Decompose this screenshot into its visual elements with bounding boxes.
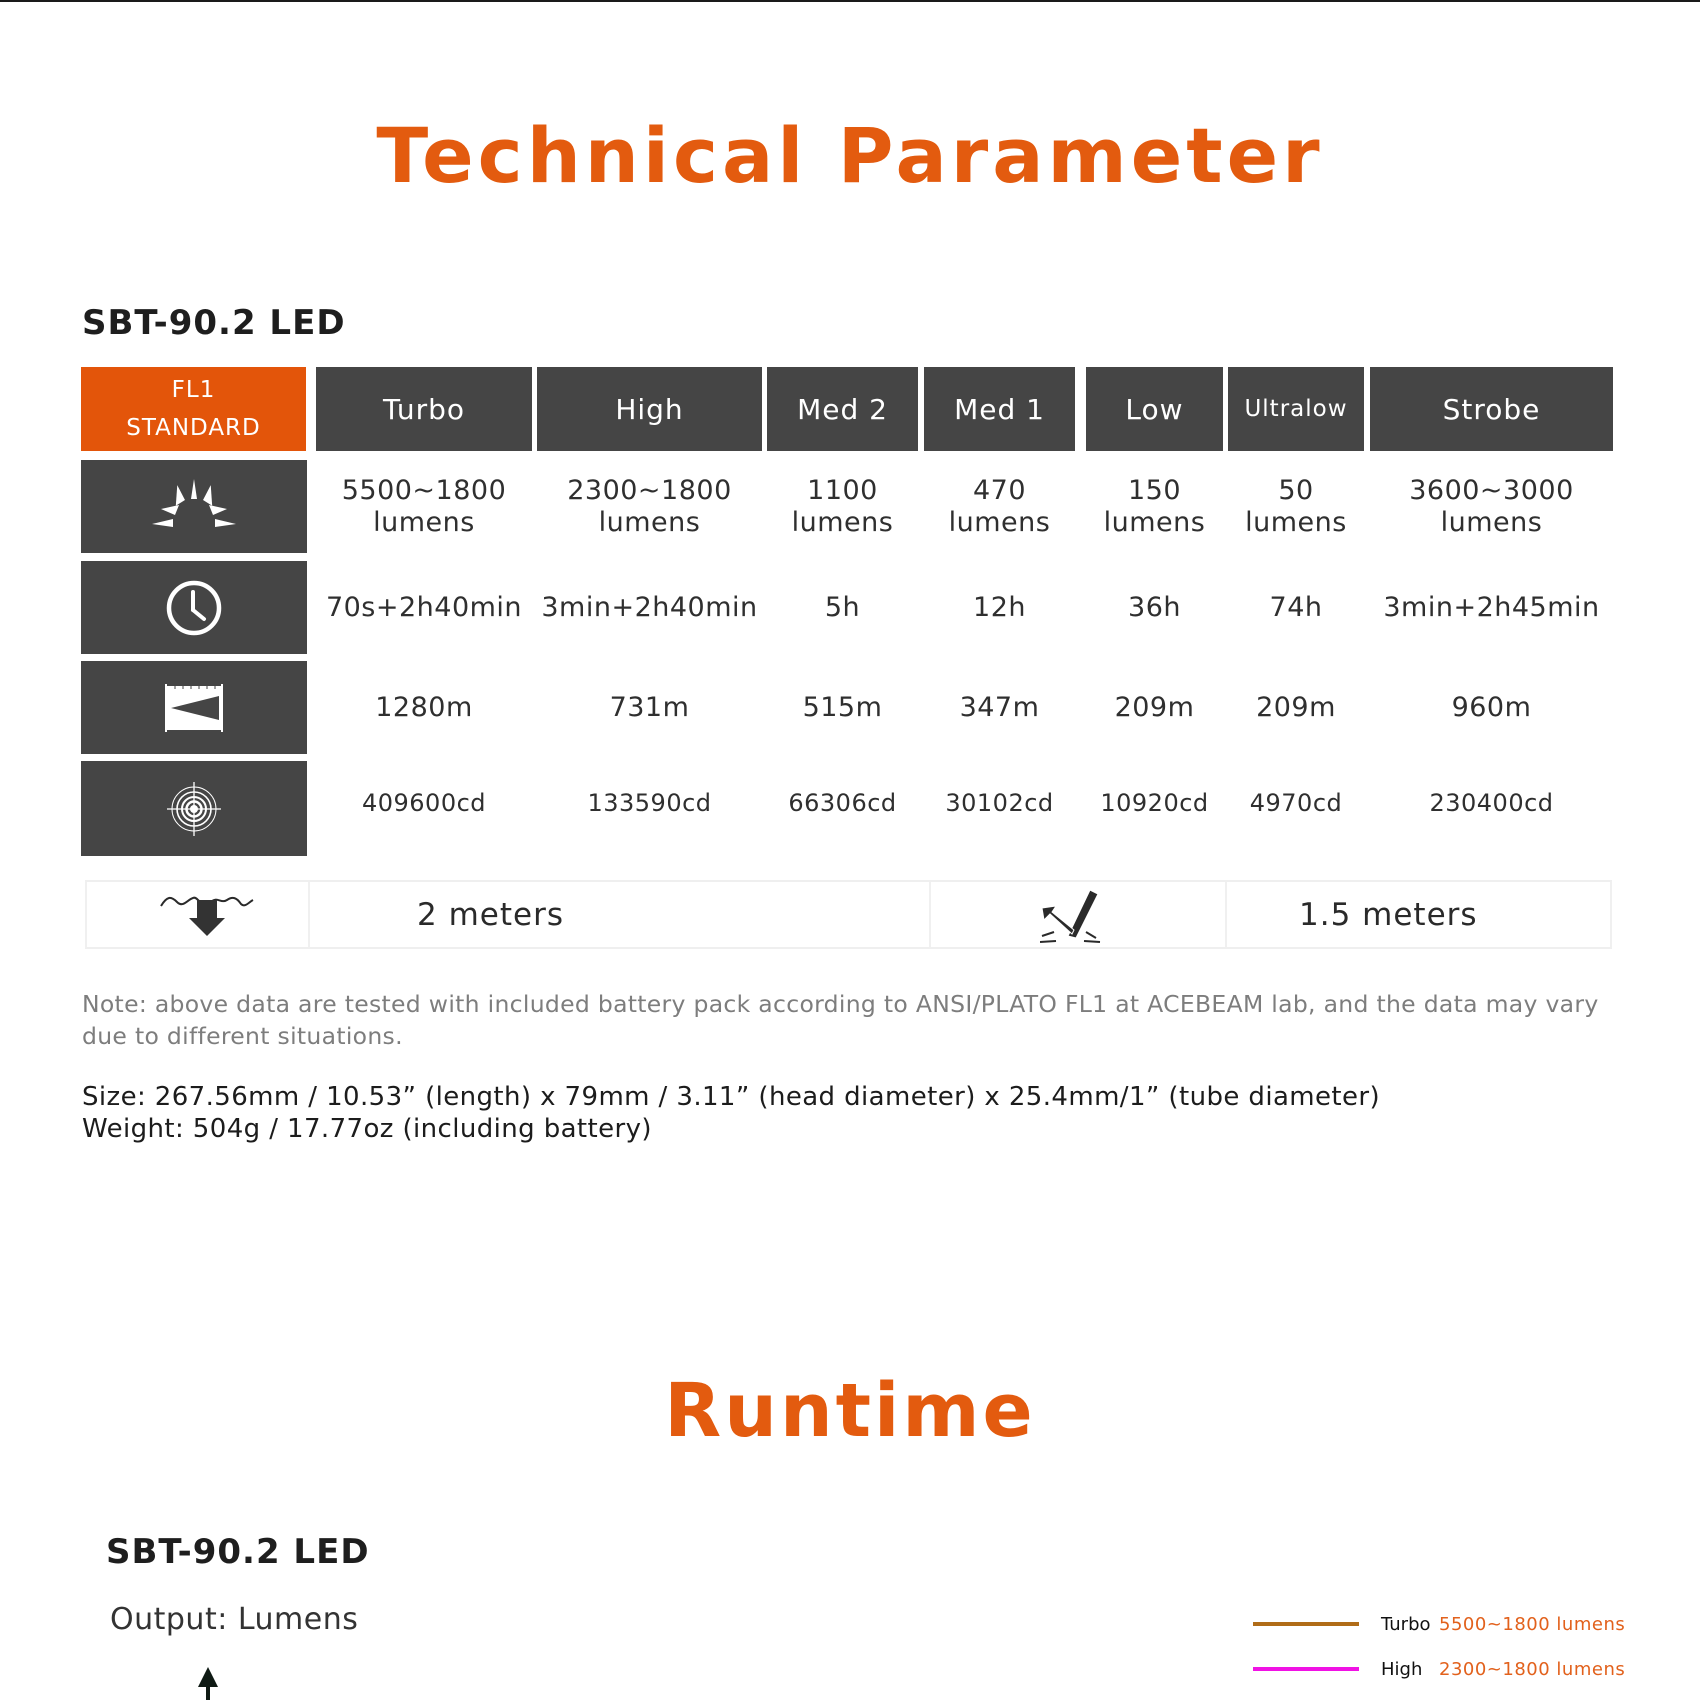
distance-cell-strobe: 960m [1451, 691, 1532, 723]
mode-header-strobe: Strobe [1370, 367, 1613, 451]
output-unit: lumens [791, 506, 894, 538]
impact-value: 1.5 meters [1299, 896, 1478, 933]
mode-header-turbo: Turbo [316, 367, 532, 451]
output-value: 5500~1800 [341, 474, 507, 506]
test-note: Note: above data are tested with include… [82, 990, 1599, 1050]
runtime-cell-med2: 5h [824, 591, 861, 623]
waterproof-value: 2 meters [417, 896, 564, 933]
distance-cell-med1: 347m [959, 691, 1040, 723]
light-output-icon [152, 478, 236, 527]
mode-header-high: High [537, 367, 762, 451]
legend-item-high: High 2300~1800 lumens [1253, 1654, 1625, 1684]
intensity-cell-low: 10920cd [1100, 788, 1209, 817]
clock-icon [166, 580, 222, 635]
output-cell-strobe: 3600~3000 lumens [1370, 460, 1613, 553]
legend-mode-name: Turbo [1381, 1613, 1431, 1635]
mode-header-low: Low [1086, 367, 1223, 451]
led-model-heading: SBT-90.2 LED [82, 303, 346, 343]
fl1-standard-header: FL1 STANDARD [81, 367, 306, 451]
runtime-cell-med1: 12h [973, 591, 1026, 623]
legend-mode-value: 5500~1800 lumens [1439, 1613, 1626, 1635]
output-unit: lumens [598, 506, 701, 538]
underwater-arrow-icon [160, 896, 254, 936]
distance-cell-turbo: 1280m [375, 691, 473, 723]
mode-header-ultralow: Ultralow [1228, 367, 1364, 451]
output-value: 3600~3000 [1409, 474, 1574, 506]
output-value: 50 [1278, 474, 1314, 506]
intensity-row-label [81, 761, 307, 856]
runtime-led-model-heading: SBT-90.2 LED [106, 1532, 370, 1572]
intensity-cell-med2: 66306cd [788, 788, 897, 817]
cell-divider [929, 882, 931, 947]
output-cell-med2: 1100 lumens [767, 460, 918, 553]
legend-item-turbo: Turbo 5500~1800 lumens [1253, 1609, 1625, 1639]
intensity-target-icon [167, 781, 221, 836]
output-value: 150 [1127, 474, 1182, 506]
legend-swatch [1253, 1667, 1359, 1671]
page-title: Technical Parameter [376, 111, 1324, 200]
mode-header-med2: Med 2 [767, 367, 918, 451]
intensity-cell-strobe: 230400cd [1429, 788, 1554, 817]
output-row-label [81, 460, 307, 553]
y-axis-label: Output: Lumens [110, 1602, 359, 1637]
output-cell-turbo: 5500~1800 lumens [316, 460, 532, 553]
runtime-cell-strobe: 3min+2h45min [1383, 591, 1600, 623]
output-unit: lumens [1440, 506, 1543, 538]
runtime-cell-turbo: 70s+2h40min [325, 591, 523, 623]
cell-divider [1225, 882, 1227, 947]
legend-mode-value: 2300~1800 lumens [1439, 1658, 1626, 1680]
output-value: 2300~1800 [567, 474, 732, 506]
legend-swatch [1253, 1622, 1359, 1626]
intensity-cell-turbo: 409600cd [361, 788, 487, 817]
legend-mode-name: High [1381, 1658, 1423, 1680]
cell-divider [308, 882, 310, 947]
output-value: 470 [972, 474, 1027, 506]
output-unit: lumens [373, 506, 475, 538]
output-cell-ultralow: 50 lumens [1228, 460, 1364, 553]
impact-resistance-icon [1040, 889, 1101, 943]
beam-distance-icon [165, 683, 223, 732]
runtime-cell-low: 36h [1128, 591, 1181, 623]
runtime-title: Runtime [664, 1368, 1036, 1454]
runtime-cell-ultralow: 74h [1269, 591, 1323, 623]
output-cell-high: 2300~1800 lumens [537, 460, 762, 553]
runtime-row-label [81, 561, 307, 654]
standard-label-line1: FL1 [171, 377, 216, 403]
distance-cell-low: 209m [1114, 691, 1195, 723]
distance-cell-ultralow: 209m [1256, 691, 1336, 723]
top-divider [0, 0, 1700, 2]
output-cell-med1: 470 lumens [924, 460, 1075, 553]
distance-cell-med2: 515m [802, 691, 883, 723]
weight-spec: Weight: 504g / 17.77oz (including batter… [82, 1114, 652, 1144]
intensity-cell-high: 133590cd [587, 788, 712, 817]
distance-row-label [81, 661, 307, 754]
intensity-cell-ultralow: 4970cd [1249, 788, 1343, 817]
intensity-cell-med1: 30102cd [945, 788, 1054, 817]
output-unit: lumens [1103, 506, 1206, 538]
standard-label-line2: STANDARD [126, 415, 261, 441]
y-axis-arrow-icon [198, 1667, 218, 1700]
dimension-specs: Size: 267.56mm / 10.53” (length) x 79mm … [82, 1081, 1380, 1145]
durability-specs-row: 2 meters 1.5 meters [85, 880, 1612, 949]
mode-header-med1: Med 1 [924, 367, 1075, 451]
output-unit: lumens [1245, 506, 1347, 538]
output-cell-low: 150 lumens [1086, 460, 1223, 553]
distance-cell-high: 731m [609, 691, 690, 723]
output-value: 1100 [807, 474, 878, 506]
size-spec: Size: 267.56mm / 10.53” (length) x 79mm … [82, 1082, 1381, 1112]
output-unit: lumens [948, 506, 1051, 538]
runtime-cell-high: 3min+2h40min [541, 591, 758, 623]
